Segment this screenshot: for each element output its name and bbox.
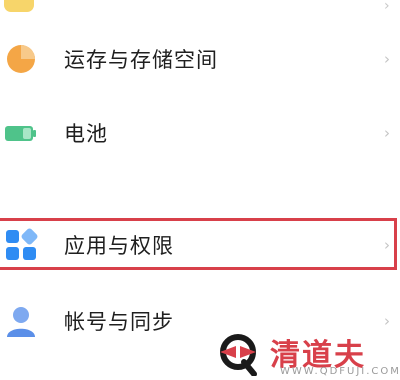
chevron-right-icon: › xyxy=(384,236,390,254)
apps-grid-icon xyxy=(4,228,38,262)
chevron-right-icon: › xyxy=(384,0,390,14)
chevron-right-icon: › xyxy=(384,312,390,330)
chevron-right-icon: › xyxy=(384,50,390,68)
previous-item-fragment[interactable]: › xyxy=(0,0,400,20)
chevron-right-icon: › xyxy=(384,124,390,142)
watermark-logo-icon xyxy=(214,330,262,377)
settings-item-label: 应用与权限 xyxy=(64,234,174,258)
settings-item-label: 电池 xyxy=(64,122,108,146)
settings-item-label: 运存与存储空间 xyxy=(64,48,218,72)
settings-item-battery[interactable]: 电池 › xyxy=(0,102,400,164)
account-person-icon xyxy=(4,304,38,338)
watermark-url: WWW.QDFUJI.COM xyxy=(280,366,400,377)
previous-item-icon xyxy=(4,0,34,12)
settings-item-storage[interactable]: 运存与存储空间 › xyxy=(0,28,400,90)
settings-item-apps-permissions[interactable]: 应用与权限 › xyxy=(0,214,400,276)
storage-pie-icon xyxy=(4,42,38,76)
battery-icon xyxy=(4,116,38,150)
settings-item-label: 帐号与同步 xyxy=(64,310,174,334)
watermark: 清道夫 WWW.QDFUJI.COM xyxy=(214,330,400,378)
